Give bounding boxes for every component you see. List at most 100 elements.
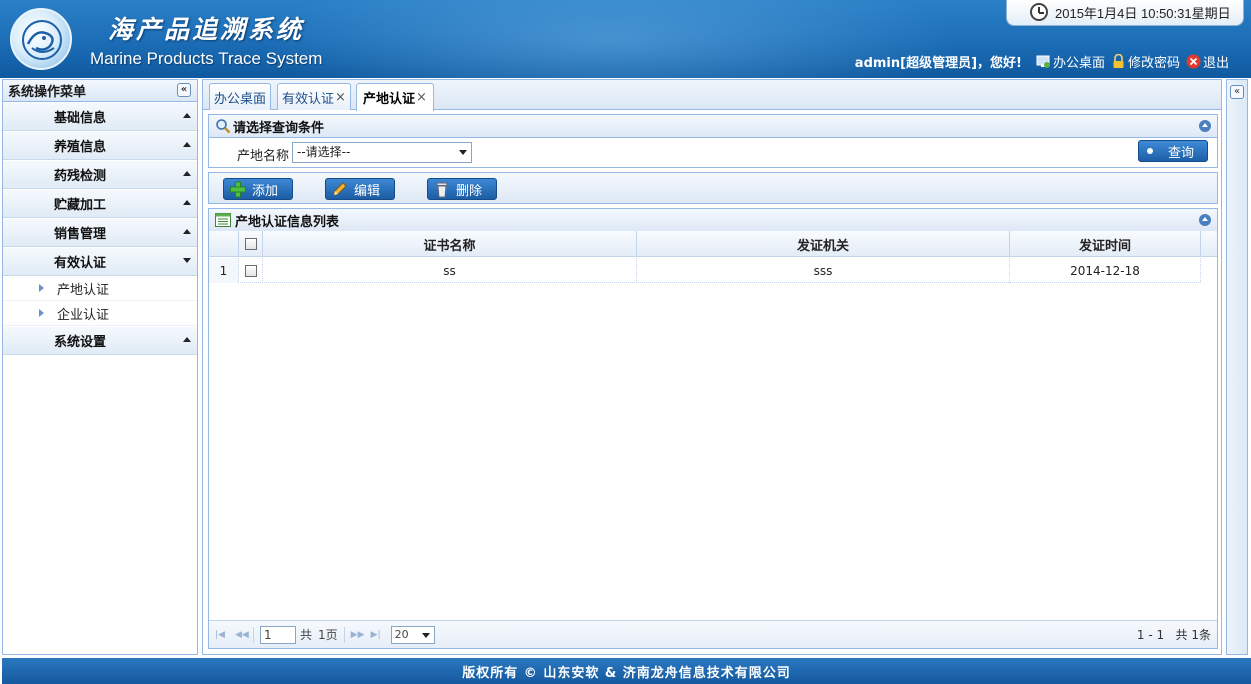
total-pages-prefix: 共: [300, 628, 313, 642]
row-number-header: [209, 231, 239, 257]
cell-issue-date: 2014-12-18: [1010, 258, 1201, 283]
page-size-value: 20: [394, 627, 409, 641]
datetime-box: 2015年1月4日 10:50:31星期日: [1006, 0, 1244, 26]
origin-name-label: 产地名称: [237, 149, 290, 164]
chevron-up-icon: [183, 171, 191, 176]
select-value: --请选择--: [297, 145, 351, 159]
query-button[interactable]: 查询: [1138, 140, 1208, 162]
main-content: 办公桌面 有效认证 × 产地认证 × 请选择查询条件 产地名称 --请选择-- 查询: [202, 79, 1222, 655]
sidebar-item-label: 销售管理: [53, 227, 106, 242]
sidebar-item-label: 有效认证: [53, 256, 106, 271]
footer: 版权所有 © 山东安软 & 济南龙舟信息技术有限公司: [2, 658, 1251, 684]
row-select-cell: [239, 258, 263, 283]
first-page-icon[interactable]: |◀: [215, 630, 229, 640]
chevron-down-icon: [183, 258, 191, 263]
sidebar: 系统操作菜单 « 基础信息 养殖信息 药残检测 贮藏加工 销售管理 有效认证 产…: [2, 79, 198, 655]
search-icon: [215, 118, 231, 134]
collapse-panel-icon[interactable]: [1199, 214, 1211, 226]
tab-close-icon[interactable]: ×: [416, 90, 427, 105]
tab-label: 产地认证: [363, 92, 416, 107]
app-title-en: Marine Products Trace System: [90, 49, 323, 68]
tab-certification[interactable]: 有效认证 ×: [277, 83, 351, 110]
plus-icon: [229, 181, 247, 198]
sidebar-subitem-label: 产地认证: [57, 282, 110, 298]
sidebar-collapse-button[interactable]: «: [177, 83, 191, 97]
sidebar-item-sales[interactable]: 销售管理: [3, 219, 197, 247]
grid-icon: [215, 213, 231, 227]
app-title-cn: 海产品追溯系统: [108, 15, 305, 44]
column-header-authority[interactable]: 发证机关: [637, 231, 1010, 257]
page-size-select[interactable]: 20: [390, 625, 435, 644]
pager-divider: [343, 626, 345, 643]
logo-icon: [10, 8, 72, 70]
pager-summary: 1 - 1 共 1条: [1136, 628, 1211, 642]
sidebar-subitem-label: 企业认证: [57, 307, 110, 323]
collapse-panel-icon[interactable]: [1199, 120, 1211, 132]
prev-page-icon[interactable]: ◀◀: [235, 630, 249, 640]
sidebar-item-label: 贮藏加工: [53, 198, 106, 213]
page-number-input[interactable]: 1: [260, 625, 296, 644]
search-panel-title: 请选择查询条件: [233, 120, 325, 136]
chevron-up-icon: [183, 113, 191, 118]
select-all-checkbox[interactable]: [244, 238, 257, 250]
tab-close-icon[interactable]: ×: [335, 90, 346, 105]
sidebar-subitem-origin-cert[interactable]: 产地认证: [3, 276, 197, 301]
query-icon: [1147, 148, 1153, 154]
tab-desktop[interactable]: 办公桌面: [209, 83, 271, 110]
sidebar-subitem-company-cert[interactable]: 企业认证: [3, 301, 197, 326]
column-header-issue-date[interactable]: 发证时间: [1010, 231, 1201, 257]
logout-link[interactable]: 退出: [1186, 52, 1229, 71]
sidebar-item-storage[interactable]: 贮藏加工: [3, 190, 197, 218]
search-panel-body: 产地名称 --请选择-- 查询: [208, 138, 1218, 168]
row-number: 1: [209, 258, 239, 283]
tab-label: 办公桌面: [213, 91, 266, 107]
column-header-cert-name[interactable]: 证书名称: [263, 231, 637, 257]
sidebar-title-text: 系统操作菜单: [8, 85, 87, 100]
pager-divider: [253, 626, 254, 643]
dropdown-arrow-icon: [421, 632, 430, 638]
list-panel-body: 证书名称 发证机关 发证时间 1 ss sss 2014-12-18 |◀ ◀◀…: [208, 231, 1218, 649]
clock-icon: [1030, 3, 1048, 21]
change-password-label: 修改密码: [1127, 56, 1180, 71]
table-header: 证书名称 发证机关 发证时间: [209, 231, 1217, 257]
change-password-link[interactable]: 修改密码: [1111, 52, 1180, 71]
add-button-label: 添加: [252, 183, 279, 199]
cell-cert-name: ss: [263, 258, 637, 283]
triangle-right-icon: [39, 284, 44, 292]
total-pages: 1页: [318, 628, 338, 642]
sidebar-item-settings[interactable]: 系统设置: [3, 327, 197, 355]
dropdown-arrow-icon: [459, 150, 467, 155]
chevron-up-icon: [183, 142, 191, 147]
query-button-label: 查询: [1167, 145, 1194, 161]
tab-origin-cert[interactable]: 产地认证 ×: [356, 83, 434, 111]
chevron-up-icon: [183, 200, 191, 205]
delete-button[interactable]: 删除: [427, 178, 497, 200]
table-row[interactable]: 1 ss sss 2014-12-18: [209, 258, 1201, 283]
origin-name-select[interactable]: --请选择--: [292, 142, 472, 163]
delete-button-label: 删除: [456, 183, 483, 199]
logout-label: 退出: [1202, 56, 1229, 71]
tab-label: 有效认证: [282, 91, 335, 107]
row-checkbox[interactable]: [244, 264, 257, 277]
sidebar-item-basic-info[interactable]: 基础信息: [3, 103, 197, 131]
desktop-link-label: 办公桌面: [1052, 56, 1105, 71]
sidebar-item-drug-residue[interactable]: 药残检测: [3, 161, 197, 189]
add-button[interactable]: 添加: [223, 178, 293, 200]
list-panel-header: 产地认证信息列表: [208, 208, 1218, 232]
sidebar-item-breeding[interactable]: 养殖信息: [3, 132, 197, 160]
sidebar-item-label: 基础信息: [53, 111, 106, 126]
edit-button[interactable]: 编辑: [325, 178, 395, 200]
edit-button-label: 编辑: [354, 183, 381, 199]
user-bar: admin[超级管理员]，您好! 办公桌面 修改密码 退出: [855, 52, 1229, 71]
desktop-link[interactable]: 办公桌面: [1036, 52, 1105, 71]
right-panel-expand-button[interactable]: «: [1230, 85, 1244, 99]
next-page-icon[interactable]: ▶▶: [351, 630, 365, 640]
sidebar-item-certification[interactable]: 有效认证: [3, 248, 197, 276]
pencil-icon: [331, 181, 349, 198]
desktop-icon: [1036, 54, 1051, 69]
sidebar-item-label: 养殖信息: [53, 140, 106, 155]
right-collapsed-panel: «: [1226, 79, 1248, 655]
close-circle-icon: [1186, 54, 1201, 69]
datetime-text: 2015年1月4日 10:50:31星期日: [1055, 6, 1231, 21]
last-page-icon[interactable]: ▶|: [371, 630, 385, 640]
